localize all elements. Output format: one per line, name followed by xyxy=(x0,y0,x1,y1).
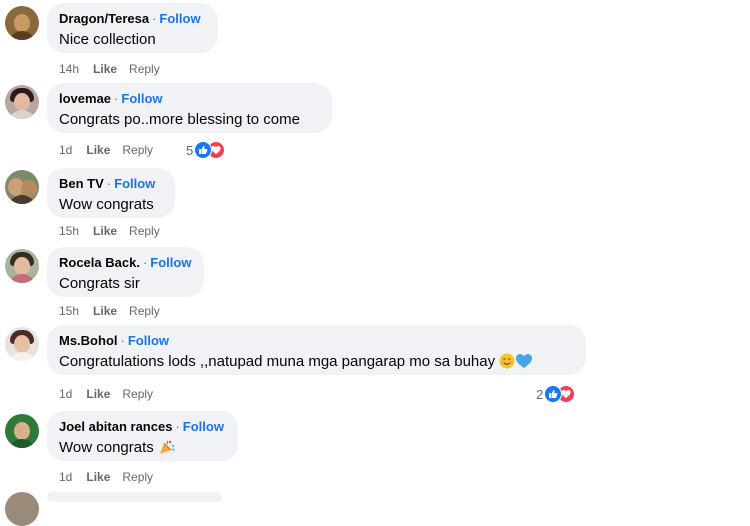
like-button[interactable]: Like xyxy=(93,303,117,319)
comment-bubble: Joel abitan rances · Follow Wow congrats xyxy=(47,411,238,461)
comment-text: Congrats sir xyxy=(59,275,140,292)
reply-button[interactable]: Reply xyxy=(129,223,160,239)
smiling-face-icon xyxy=(499,353,515,375)
blue-heart-icon xyxy=(515,353,533,375)
avatar[interactable] xyxy=(5,170,39,204)
like-button[interactable]: Like xyxy=(86,386,110,402)
author-name[interactable]: Rocela Back. xyxy=(59,255,140,270)
comment-bubble: lovemae · Follow Congrats po..more blessin… xyxy=(47,83,332,133)
avatar[interactable] xyxy=(5,6,39,40)
timestamp[interactable]: 15h xyxy=(59,223,79,239)
reaction-count: 5 xyxy=(186,142,194,158)
author-name[interactable]: Joel abitan rances xyxy=(59,419,172,434)
comment-bubble: Ms.Bohol · Follow Congratulations lods ,,n… xyxy=(47,325,586,375)
author-name[interactable]: Ben TV xyxy=(59,176,104,191)
follow-button[interactable]: Follow xyxy=(159,11,200,26)
follow-button[interactable]: Follow xyxy=(121,91,162,106)
reply-button[interactable]: Reply xyxy=(122,142,153,158)
avatar[interactable] xyxy=(5,492,39,526)
follow-button[interactable]: Follow xyxy=(183,419,224,434)
separator: · xyxy=(120,333,125,348)
comment-actions: 15h Like Reply xyxy=(59,303,160,319)
like-button[interactable]: Like xyxy=(86,142,110,158)
avatar[interactable] xyxy=(5,327,39,361)
like-button[interactable]: Like xyxy=(93,223,117,239)
reaction-summary[interactable]: 2 xyxy=(536,385,576,403)
timestamp[interactable]: 1d xyxy=(59,469,72,485)
separator: · xyxy=(152,11,157,26)
avatar[interactable] xyxy=(5,249,39,283)
author-name[interactable]: Dragon/Teresa xyxy=(59,11,149,26)
comment-text: Wow congrats xyxy=(59,196,154,213)
follow-button[interactable]: Follow xyxy=(128,333,169,348)
separator: · xyxy=(106,176,112,191)
comment-actions: 1d Like Reply xyxy=(59,386,153,402)
comment-text: Nice collection xyxy=(59,31,156,48)
follow-button[interactable]: Follow xyxy=(150,255,191,270)
comment-bubble: Rocela Back. · Follow Congrats sir xyxy=(47,247,204,297)
timestamp[interactable]: 1d xyxy=(59,142,72,158)
like-button[interactable]: Like xyxy=(86,469,110,485)
comment-text: Congratulations lods ,,natupad muna mga … xyxy=(59,352,574,375)
reply-button[interactable]: Reply xyxy=(129,61,160,77)
follow-button[interactable]: Follow xyxy=(114,176,155,191)
separator: · xyxy=(114,91,119,106)
comment-text-content: Congratulations lods ,,natupad muna mga … xyxy=(59,353,496,370)
comment-actions: 1d Like Reply xyxy=(59,469,153,485)
reply-button[interactable]: Reply xyxy=(122,386,153,402)
separator: · xyxy=(142,255,148,270)
timestamp[interactable]: 1d xyxy=(59,386,72,402)
comment-actions: 15h Like Reply xyxy=(59,223,160,239)
comment-actions: 1d Like Reply xyxy=(59,142,153,158)
comment-text: Wow congrats xyxy=(59,438,226,461)
reply-button[interactable]: Reply xyxy=(122,469,153,485)
reply-button[interactable]: Reply xyxy=(129,303,160,319)
comment-text: Congrats po..more blessing to come xyxy=(59,111,300,128)
timestamp[interactable]: 15h xyxy=(59,303,79,319)
author-name[interactable]: Ms.Bohol xyxy=(59,333,118,348)
comment-bubble: Dragon/Teresa · Follow Nice collection xyxy=(47,3,218,53)
reaction-summary[interactable]: 5 xyxy=(186,141,226,159)
reaction-count: 2 xyxy=(536,386,544,402)
party-popper-icon xyxy=(158,439,176,461)
separator: · xyxy=(175,419,180,434)
comment-actions: 14h Like Reply xyxy=(59,61,160,77)
comment-text-content: Wow congrats xyxy=(59,439,154,456)
author-name[interactable]: lovemae xyxy=(59,91,111,106)
comment-bubble xyxy=(47,492,222,502)
comment-bubble: Ben TV · Follow Wow congrats xyxy=(47,168,175,218)
timestamp[interactable]: 14h xyxy=(59,61,79,77)
avatar[interactable] xyxy=(5,414,39,448)
like-button[interactable]: Like xyxy=(93,61,117,77)
avatar[interactable] xyxy=(5,85,39,119)
